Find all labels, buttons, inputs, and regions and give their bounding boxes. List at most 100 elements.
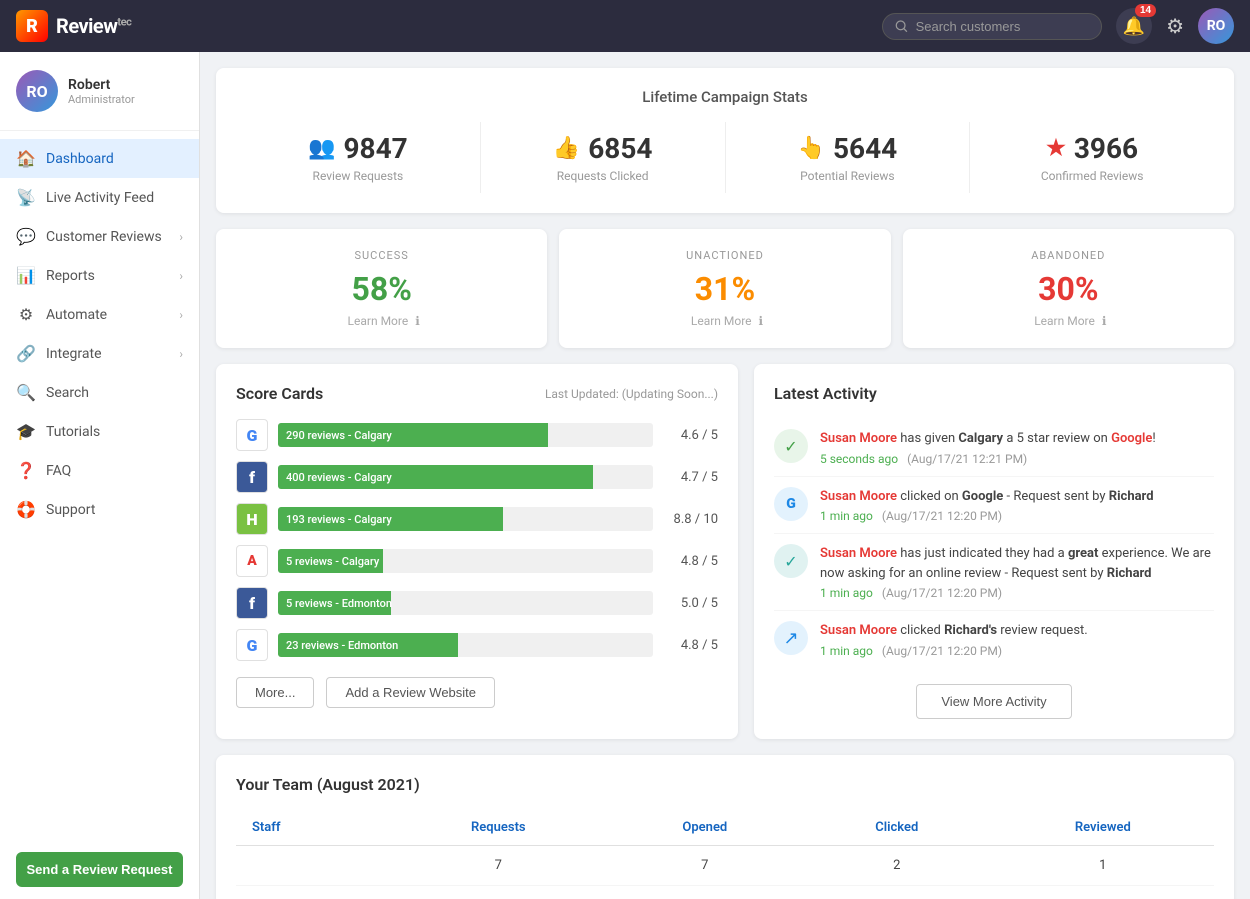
score-row-google-calgary: G 290 reviews - Calgary 4.6 / 5 [236,419,718,451]
score-bar-houzz-calgary: 193 reviews - Calgary [278,507,503,531]
main-content: Lifetime Campaign Stats 👥 9847 Review Re… [200,52,1250,899]
score-bar-google-edmonton: 23 reviews - Edmonton [278,633,458,657]
rating-facebook-calgary: 4.7 / 5 [663,470,718,485]
unactioned-value: 31% [579,270,870,308]
chevron-right-icon: › [179,347,183,361]
abandoned-value: 30% [923,270,1214,308]
sidebar-item-search[interactable]: 🔍 Search [0,373,199,412]
sidebar-item-live-activity[interactable]: 📡 Live Activity Feed [0,178,199,217]
add-review-website-button[interactable]: Add a Review Website [326,677,495,708]
notification-badge: 14 [1135,4,1156,17]
team-title: Your Team (August 2021) [236,775,1214,794]
activity-text-2: Susan Moore clicked on Google - Request … [820,487,1154,507]
sidebar-avatar: RO [16,70,58,112]
chevron-right-icon: › [179,308,183,322]
score-row-angie-calgary: A 5 reviews - Calgary 4.8 / 5 [236,545,718,577]
td-staff [236,845,389,885]
rating-angie-calgary: 4.8 / 5 [663,554,718,569]
rating-facebook-edmonton: 5.0 / 5 [663,596,718,611]
avatar[interactable]: RO [1198,8,1234,44]
td-clicked: 2 [802,845,992,885]
stat-requests-clicked: 👍 6854 Requests Clicked [481,122,726,193]
activity-icon-1: ✓ [774,429,808,463]
activity-text-3: Susan Moore has just indicated they had … [820,544,1214,583]
logo-icon: R [16,10,48,42]
notifications-button[interactable]: 🔔 14 [1116,8,1152,44]
confirmed-reviews-icon: ★ [1046,136,1066,161]
score-bar-facebook-calgary: 400 reviews - Calgary [278,465,593,489]
search-icon: 🔍 [16,383,36,402]
unactioned-learn-more[interactable]: Learn More ℹ [579,314,870,328]
live-activity-icon: 📡 [16,188,36,207]
activity-icon-2: G [774,487,808,521]
td-reviewed: 1 [992,845,1214,885]
stat-potential-reviews: 👆 5644 Potential Reviews [726,122,971,193]
sidebar-item-faq[interactable]: ❓ FAQ [0,451,199,490]
automate-icon: ⚙ [16,305,36,324]
th-opened: Opened [608,810,802,846]
facebook-edmonton-logo: f [236,587,268,619]
success-learn-more[interactable]: Learn More ℹ [236,314,527,328]
sidebar-item-integrate[interactable]: 🔗 Integrate › [0,334,199,373]
sidebar-nav: 🏠 Dashboard 📡 Live Activity Feed 💬 Custo… [0,131,199,840]
stat-review-requests: 👥 9847 Review Requests [236,122,481,193]
sidebar-item-customer-reviews[interactable]: 💬 Customer Reviews › [0,217,199,256]
support-icon: 🛟 [16,500,36,519]
activity-time-4: 1 min ago (Aug/17/21 12:20 PM) [820,644,1088,658]
bottom-row: Score Cards Last Updated: (Updating Soon… [216,364,1234,739]
table-row: 7 7 2 1 [236,845,1214,885]
stat-confirmed-reviews: ★ 3966 Confirmed Reviews [970,122,1214,193]
score-cards-panel: Score Cards Last Updated: (Updating Soon… [216,364,738,739]
reports-icon: 📊 [16,266,36,285]
send-review-request-button[interactable]: Send a Review Request [16,852,183,887]
score-row-houzz-calgary: H 193 reviews - Calgary 8.8 / 10 [236,503,718,535]
score-cards-title: Score Cards [236,384,323,403]
stats-row: 👥 9847 Review Requests 👍 6854 Requests C… [236,122,1214,193]
houzz-calgary-logo: H [236,503,268,535]
view-more-activity-button[interactable]: View More Activity [916,684,1071,719]
activity-title: Latest Activity [774,384,1214,403]
abandoned-label: ABANDONED [923,249,1214,262]
main-layout: RO Robert Administrator 🏠 Dashboard 📡 Li… [0,52,1250,899]
table-header-row: Staff Requests Opened Clicked Reviewed [236,810,1214,846]
abandoned-learn-more[interactable]: Learn More ℹ [923,314,1214,328]
more-button[interactable]: More... [236,677,314,708]
team-panel: Your Team (August 2021) Staff Requests O… [216,755,1234,899]
activity-time-1: 5 seconds ago (Aug/17/21 12:21 PM) [820,452,1156,466]
sidebar-item-tutorials[interactable]: 🎓 Tutorials [0,412,199,451]
angie-calgary-logo: A [236,545,268,577]
score-bar-google-calgary: 290 reviews - Calgary [278,423,548,447]
search-bar[interactable] [882,13,1102,40]
lifetime-stats-card: Lifetime Campaign Stats 👥 9847 Review Re… [216,68,1234,213]
sidebar-role: Administrator [68,93,135,106]
rating-google-calgary: 4.6 / 5 [663,428,718,443]
rating-google-edmonton: 4.8 / 5 [663,638,718,653]
success-value: 58% [236,270,527,308]
td-opened: 7 [608,845,802,885]
sidebar-item-support[interactable]: 🛟 Support [0,490,199,529]
search-input[interactable] [916,19,1089,34]
percent-card-success: SUCCESS 58% Learn More ℹ [216,229,547,348]
search-icon [895,19,908,33]
sidebar-item-dashboard[interactable]: 🏠 Dashboard [0,139,199,178]
activity-time-2: 1 min ago (Aug/17/21 12:20 PM) [820,509,1154,523]
gear-icon: ⚙ [1166,16,1184,38]
team-table: Staff Requests Opened Clicked Reviewed 7… [236,810,1214,886]
sidebar-username: Robert [68,77,135,93]
activity-icon-3: ✓ [774,544,808,578]
sidebar-item-reports[interactable]: 📊 Reports › [0,256,199,295]
activity-item-4: ↗ Susan Moore clicked Richard's review r… [774,611,1214,668]
potential-reviews-label: Potential Reviews [726,169,970,183]
activity-icon-4: ↗ [774,621,808,655]
activity-text-1: Susan Moore has given Calgary a 5 star r… [820,429,1156,449]
activity-item-2: G Susan Moore clicked on Google - Reques… [774,477,1214,535]
requests-clicked-icon: 👍 [553,136,580,161]
sidebar-item-automate[interactable]: ⚙ Automate › [0,295,199,334]
activity-item-1: ✓ Susan Moore has given Calgary a 5 star… [774,419,1214,477]
logo-text: Reviewtec [56,14,131,38]
requests-clicked-label: Requests Clicked [481,169,725,183]
settings-button[interactable]: ⚙ [1166,14,1184,39]
logo: R Reviewtec [16,10,131,42]
score-row-google-edmonton: G 23 reviews - Edmonton 4.8 / 5 [236,629,718,661]
tutorials-icon: 🎓 [16,422,36,441]
